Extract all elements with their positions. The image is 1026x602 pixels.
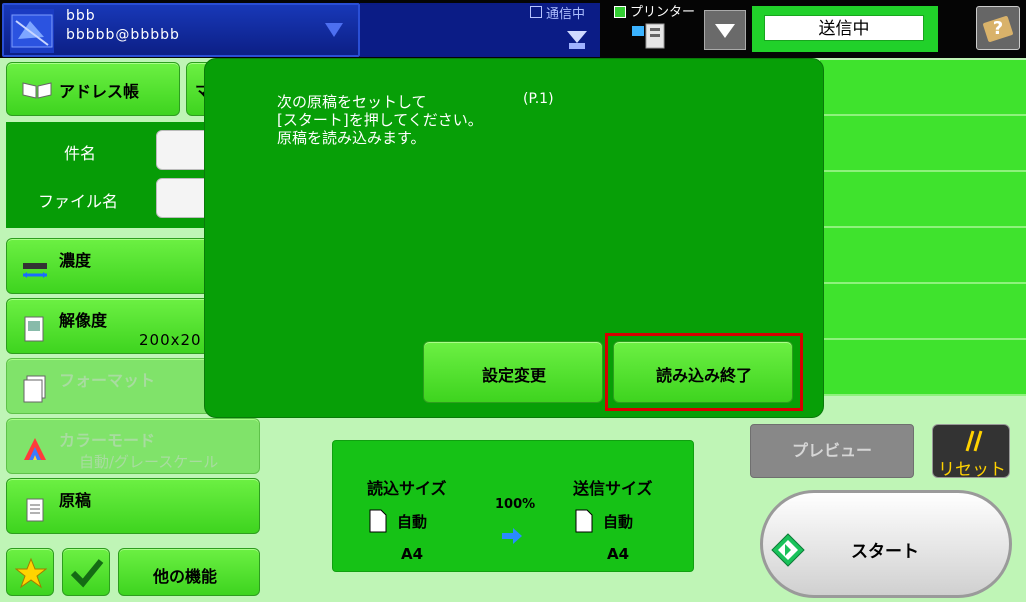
job-status[interactable]: 送信中 <box>752 6 938 52</box>
format-label: フォーマット <box>59 371 156 390</box>
start-label: スタート <box>851 542 919 562</box>
book-icon <box>21 79 53 99</box>
user-selector[interactable]: bbb bbbbb@bbbbb <box>2 3 360 57</box>
check-icon <box>69 555 105 591</box>
address-book-label: アドレス帳 <box>59 82 140 101</box>
scan-end-label: 読み込み終了 <box>655 366 752 385</box>
list-item <box>820 116 1026 172</box>
reset-label: リセット <box>938 460 1006 480</box>
subject-label: 件名 <box>64 144 97 163</box>
density-label: 濃度 <box>59 251 92 270</box>
scan-dialog: 次の原稿をセットして (P.1) [スタート]を押してください。 原稿を読み込み… <box>204 58 824 418</box>
color-mode-value: 自動/グレースケール <box>79 453 219 471</box>
tray-icon <box>564 25 590 51</box>
svg-text:?: ? <box>993 18 1003 39</box>
printer-checkbox <box>614 6 626 18</box>
top-bar: bbb bbbbb@bbbbb 通信中 プリンター 送信中 ? <box>0 0 1026 58</box>
original-button[interactable]: 原稿 <box>6 478 260 534</box>
communication-status: 通信中 <box>360 3 600 57</box>
scan-end-button[interactable]: 読み込み終了 <box>613 341 793 403</box>
other-functions-label: 他の機能 <box>153 567 218 586</box>
density-icon <box>21 255 49 283</box>
dialog-message-line3: 原稿を読み込みます。 <box>277 129 426 147</box>
list-item <box>820 340 1026 396</box>
settings-change-label: 設定変更 <box>481 366 546 385</box>
status-text: 送信中 <box>764 15 924 41</box>
settings-change-button[interactable]: 設定変更 <box>423 341 603 403</box>
file-format-icon <box>21 375 49 403</box>
resolution-value: 200x20 <box>139 331 202 349</box>
list-item <box>820 228 1026 284</box>
preview-button[interactable]: プレビュー <box>750 424 914 478</box>
start-icon <box>771 533 805 567</box>
printer-icon <box>632 22 666 50</box>
other-functions-button[interactable]: 他の機能 <box>118 548 260 596</box>
size-panel[interactable]: 読込サイズ 送信サイズ 100% 自動 自動 A4 A4 <box>332 440 694 572</box>
original-label: 原稿 <box>59 491 92 510</box>
comm-checkbox <box>530 6 542 18</box>
original-document-icon <box>21 495 49 523</box>
resolution-label: 解像度 <box>59 311 108 330</box>
read-paper-size: A4 <box>401 545 424 563</box>
list-item <box>820 284 1026 340</box>
address-book-button[interactable]: アドレス帳 <box>6 62 180 116</box>
right-list <box>820 60 1026 396</box>
ratio-label: 100% <box>495 497 536 512</box>
help-button[interactable]: ? <box>976 6 1020 50</box>
color-mode-label: カラーモード <box>59 431 156 450</box>
arrow-right-icon <box>501 527 523 545</box>
user-icon <box>10 9 54 53</box>
read-size-label: 読込サイズ <box>367 479 447 498</box>
reset-icon <box>959 429 987 453</box>
user-email: bbbbb@bbbbb <box>66 27 180 43</box>
printer-label: プリンター <box>630 5 696 20</box>
start-button[interactable]: スタート <box>760 490 1012 598</box>
color-mode-button: カラーモード 自動/グレースケール <box>6 418 260 474</box>
user-name: bbb <box>66 8 96 24</box>
read-size-value: 自動 <box>397 513 428 531</box>
star-icon <box>14 557 48 589</box>
list-item <box>820 60 1026 116</box>
resolution-icon <box>21 315 49 343</box>
printer-dropdown-button[interactable] <box>704 10 746 50</box>
reset-button[interactable]: リセット <box>932 424 1010 480</box>
filename-label: ファイル名 <box>38 192 119 211</box>
page-icon <box>369 509 387 533</box>
favorite-button[interactable] <box>6 548 54 596</box>
send-size-value: 自動 <box>603 513 634 531</box>
page-indicator: (P.1) <box>523 91 554 107</box>
send-size-label: 送信サイズ <box>573 479 653 498</box>
color-mode-icon <box>21 435 49 463</box>
confirm-button[interactable] <box>62 548 110 596</box>
list-item <box>820 172 1026 228</box>
chevron-down-icon <box>324 21 344 39</box>
send-paper-size: A4 <box>607 545 630 563</box>
page-icon <box>575 509 593 533</box>
comm-label: 通信中 <box>546 7 586 22</box>
